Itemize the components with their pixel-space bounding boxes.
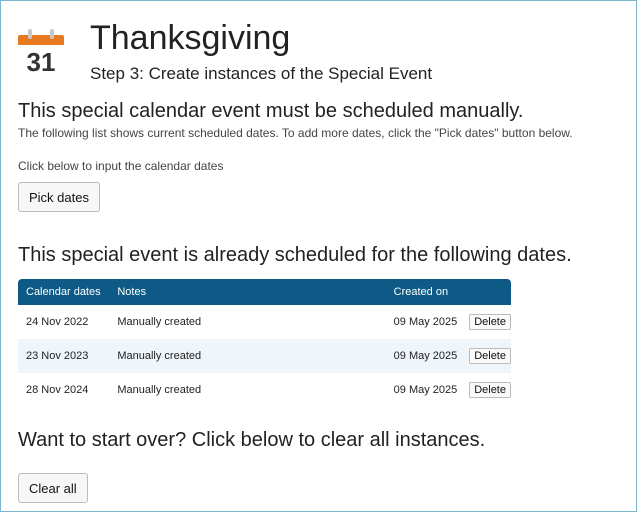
cell-created: 09 May 2025 xyxy=(385,305,462,339)
table-header-row: Calendar dates Notes Created on xyxy=(18,279,511,305)
manual-heading: This special calendar event must be sche… xyxy=(18,100,524,122)
pick-dates-button[interactable]: Pick dates xyxy=(18,182,100,212)
cell-action: Delete xyxy=(461,305,511,339)
page-subtitle: Step 3: Create instances of the Special … xyxy=(90,64,433,83)
table-row: 28 Nov 2024 Manually created 09 May 2025… xyxy=(18,373,511,407)
scheduled-heading: This special event is already scheduled … xyxy=(18,244,572,266)
column-header-notes: Notes xyxy=(109,279,386,305)
cell-created: 09 May 2025 xyxy=(385,373,462,407)
scheduled-dates-table: Calendar dates Notes Created on 24 Nov 2… xyxy=(18,279,511,407)
column-header-created: Created on xyxy=(385,279,462,305)
column-header-dates: Calendar dates xyxy=(18,279,110,305)
clear-all-button[interactable]: Clear all xyxy=(18,473,88,503)
cell-notes: Manually created xyxy=(109,339,386,373)
cell-action: Delete xyxy=(461,339,511,373)
manual-description: The following list shows current schedul… xyxy=(18,126,573,140)
cell-date: 24 Nov 2022 xyxy=(18,305,110,339)
manual-instruction: Click below to input the calendar dates xyxy=(18,159,224,173)
page-title: Thanksgiving xyxy=(90,19,291,57)
cell-date: 28 Nov 2024 xyxy=(18,373,110,407)
delete-button[interactable]: Delete xyxy=(469,348,511,364)
column-header-actions xyxy=(461,279,511,305)
cell-created: 09 May 2025 xyxy=(385,339,462,373)
table-row: 24 Nov 2022 Manually created 09 May 2025… xyxy=(18,305,511,339)
table-row: 23 Nov 2023 Manually created 09 May 2025… xyxy=(18,339,511,373)
cell-date: 23 Nov 2023 xyxy=(18,339,110,373)
delete-button[interactable]: Delete xyxy=(469,382,511,398)
cell-notes: Manually created xyxy=(109,373,386,407)
page-frame: 31 Thanksgiving Step 3: Create instances… xyxy=(0,0,637,512)
calendar-icon: 31 xyxy=(18,29,64,77)
delete-button[interactable]: Delete xyxy=(469,314,511,330)
reset-heading: Want to start over? Click below to clear… xyxy=(18,429,486,451)
calendar-icon-day: 31 xyxy=(26,47,56,77)
cell-action: Delete xyxy=(461,373,511,407)
cell-notes: Manually created xyxy=(109,305,386,339)
